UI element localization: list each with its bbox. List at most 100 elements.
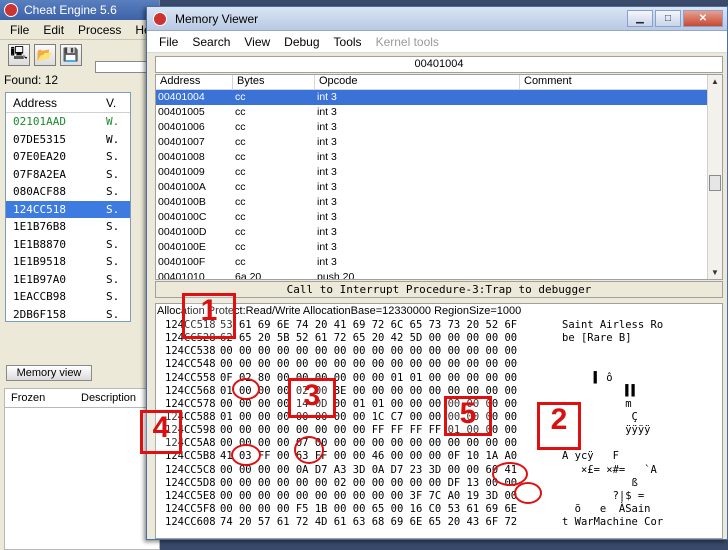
disasm-row[interactable]: 0040100E cc int 3: [156, 240, 722, 255]
hex-row[interactable]: 124CC5D8 00 00 00 00 00 00 02 00 00 00 00…: [156, 477, 722, 490]
description-column-header[interactable]: Description: [75, 392, 145, 404]
list-item[interactable]: 07F8A2EA S.: [6, 166, 130, 184]
list-item[interactable]: 080ACF88 S.: [6, 183, 130, 201]
open-process-button[interactable]: 🖳: [8, 44, 30, 66]
value-column-header[interactable]: V.: [102, 96, 116, 110]
cheat-engine-logo-icon: [4, 3, 18, 17]
disasm-comment-header[interactable]: Comment: [520, 75, 708, 89]
annotation-label-2: 2: [537, 402, 581, 450]
instruction-info-line: Call to Interrupt Procedure-3:Trap to de…: [155, 281, 723, 298]
hex-row[interactable]: 124CC518 53 61 69 6E 74 20 41 69 72 6C 65…: [156, 319, 722, 332]
hex-row[interactable]: 124CC608 74 20 57 61 72 4D 61 63 68 69 6E…: [156, 516, 722, 529]
annotation-circle-1: [232, 378, 260, 400]
ce-title-bar: Cheat Engine 5.6: [0, 0, 159, 20]
list-item[interactable]: 1E1B76B8 S.: [6, 218, 130, 236]
disasm-opcode-header[interactable]: Opcode: [315, 75, 520, 89]
open-file-button[interactable]: 📂: [34, 44, 56, 66]
scroll-down-icon[interactable]: ▼: [711, 268, 719, 277]
disasm-scrollbar[interactable]: ▲ ▼: [707, 75, 722, 279]
hex-row[interactable]: 124CC528 62 65 20 5B 52 61 72 65 20 42 5D…: [156, 332, 722, 345]
frozen-column-header[interactable]: Frozen: [5, 392, 75, 404]
ce-menu-edit[interactable]: Edit: [43, 23, 64, 37]
annotation-label-3: 3: [288, 378, 336, 418]
address-column-header[interactable]: Address: [6, 96, 102, 110]
list-item-selected[interactable]: 124CC518 S.: [6, 200, 130, 218]
mv-title-bar[interactable]: Memory Viewer ▁ □ ✕: [147, 7, 727, 31]
cheat-table-header: Frozen Description: [4, 388, 160, 408]
cheat-table[interactable]: [4, 408, 160, 550]
hex-region-info: Allocation Protect:Read/Write Allocation…: [157, 305, 522, 317]
mv-menu-file[interactable]: File: [159, 35, 178, 49]
found-address-list[interactable]: Address V. 02101AAD W. 07DE5315 W. 07E0EA2…: [5, 92, 131, 322]
list-item[interactable]: 2DB6F158 S.: [6, 306, 130, 324]
disasm-address-header[interactable]: Address: [156, 75, 233, 89]
minimize-icon: ▁: [636, 13, 644, 24]
disasm-row[interactable]: 00401006 cc int 3: [156, 120, 722, 135]
annotation-label-1: 1: [182, 293, 236, 339]
computer-icon: 🖳: [10, 45, 28, 60]
disasm-header: Address Bytes Opcode Comment: [156, 75, 722, 90]
hex-row[interactable]: 124CC5F8 00 00 00 00 F5 1B 00 00 65 00 16…: [156, 503, 722, 516]
close-icon: ✕: [698, 13, 708, 24]
disasm-row[interactable]: 00401009 cc int 3: [156, 165, 722, 180]
disasm-row[interactable]: 00401005 cc int 3: [156, 105, 722, 120]
address-list-header: Address V.: [6, 93, 130, 113]
current-address-display: 00401004: [155, 56, 723, 73]
hex-row[interactable]: 124CC588 01 00 00 00 00 00 00 00 1C C7 00…: [156, 411, 722, 424]
disasm-row[interactable]: 00401007 cc int 3: [156, 135, 722, 150]
close-button[interactable]: ✕: [683, 10, 723, 27]
maximize-icon: □: [664, 13, 672, 24]
disasm-row[interactable]: 0040100A cc int 3: [156, 180, 722, 195]
mv-menu-search[interactable]: Search: [192, 35, 230, 49]
disasm-row-selected[interactable]: 00401004 cc int 3: [156, 90, 722, 105]
list-item[interactable]: 07DE5315 W.: [6, 131, 130, 149]
ce-menu-file[interactable]: File: [10, 23, 29, 37]
ce-title-text: Cheat Engine 5.6: [24, 3, 117, 17]
list-item[interactable]: 1EACCB98 S.: [6, 288, 130, 306]
found-count: Found: 12: [4, 73, 59, 87]
annotation-circle-3: [294, 436, 324, 464]
hex-view[interactable]: Allocation Protect:Read/Write Allocation…: [155, 303, 723, 539]
ce-menu-bar: File Edit Process He: [0, 20, 159, 40]
disasm-row[interactable]: 0040100C cc int 3: [156, 210, 722, 225]
scroll-up-icon[interactable]: ▲: [711, 77, 719, 86]
list-item[interactable]: 1E1B8870 S.: [6, 236, 130, 254]
maximize-button[interactable]: □: [655, 10, 681, 27]
minimize-button[interactable]: ▁: [627, 10, 653, 27]
ce-menu-process[interactable]: Process: [78, 23, 121, 37]
mv-menu-view[interactable]: View: [244, 35, 270, 49]
disasm-row[interactable]: 00401010 6a 20 push 20: [156, 270, 722, 279]
mv-title-text: Memory Viewer: [175, 11, 259, 26]
annotation-label-4: 4: [140, 410, 182, 454]
mv-menu-kernel-tools: Kernel tools: [375, 34, 439, 49]
cheat-engine-logo-icon: [153, 11, 167, 26]
disasm-bytes-header[interactable]: Bytes: [233, 75, 315, 89]
list-item[interactable]: 1E1B97A0 S.: [6, 271, 130, 289]
hex-row[interactable]: 124CC578 00 00 00 00 14 0D 00 01 01 00 00…: [156, 398, 722, 411]
hex-row[interactable]: 124CC548 00 00 00 00 00 00 00 00 00 00 00…: [156, 358, 722, 371]
disasm-row[interactable]: 0040100B cc int 3: [156, 195, 722, 210]
cheat-engine-window: Cheat Engine 5.6 File Edit Process He 🖳 …: [0, 0, 160, 550]
hex-row[interactable]: 124CC598 00 00 00 00 00 00 00 00 FF FF FF…: [156, 424, 722, 437]
mv-menu-debug[interactable]: Debug: [284, 35, 319, 49]
mv-menu-bar: File Search View Debug Tools Kernel tool…: [147, 31, 727, 53]
annotation-label-5: 5: [444, 396, 492, 436]
hex-row[interactable]: 124CC5E8 00 00 00 00 00 00 00 00 00 00 3F…: [156, 490, 722, 503]
window-controls: ▁ □ ✕: [627, 10, 723, 27]
disasm-row[interactable]: 0040100F cc int 3: [156, 255, 722, 270]
mv-menu-tools[interactable]: Tools: [334, 35, 362, 49]
memory-view-button[interactable]: Memory view: [6, 365, 92, 381]
list-item[interactable]: 02101AAD W.: [6, 113, 130, 131]
annotation-circle-4: [231, 444, 261, 466]
hex-row[interactable]: 124CC538 00 00 00 00 00 00 00 00 00 00 00…: [156, 345, 722, 358]
folder-icon: 📂: [36, 47, 54, 62]
disasm-row[interactable]: 00401008 cc int 3: [156, 150, 722, 165]
disassembler-view[interactable]: Address Bytes Opcode Comment 00401004 cc i…: [155, 74, 723, 280]
save-button[interactable]: 💾: [60, 44, 82, 66]
disasm-row[interactable]: 0040100D cc int 3: [156, 225, 722, 240]
list-item[interactable]: 07E0EA20 S.: [6, 148, 130, 166]
save-icon: 💾: [62, 47, 80, 62]
annotation-circle-2: [514, 482, 542, 504]
disasm-scroll-thumb[interactable]: [709, 175, 721, 191]
list-item[interactable]: 1E1B9518 S.: [6, 253, 130, 271]
